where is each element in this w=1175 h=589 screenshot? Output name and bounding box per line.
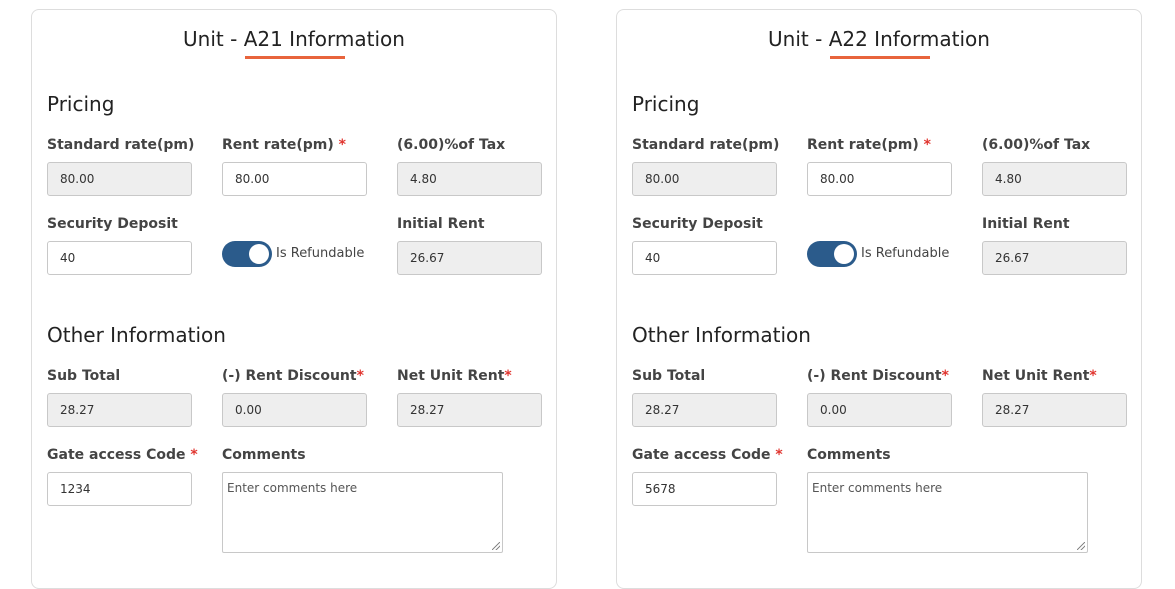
comments-label: Comments (807, 447, 891, 463)
title-underline (830, 56, 930, 59)
toggle-knob (249, 244, 269, 264)
standard-rate-field: 80.00 (632, 162, 777, 196)
rent-rate-input[interactable]: 80.00 (222, 162, 367, 196)
required-mark: * (775, 447, 783, 463)
security-deposit-label: Security Deposit (47, 216, 178, 232)
refundable-label: Is Refundable (861, 246, 950, 261)
pricing-heading: Pricing (632, 92, 700, 116)
net-unit-rent-field: 28.27 (397, 393, 542, 427)
required-mark: * (504, 368, 512, 384)
net-unit-rent-label: Net Unit Rent* (397, 368, 512, 384)
rent-discount-field: 0.00 (222, 393, 367, 427)
net-unit-rent-label: Net Unit Rent* (982, 368, 1097, 384)
tax-field: 4.80 (397, 162, 542, 196)
sub-total-field: 28.27 (47, 393, 192, 427)
required-mark: * (923, 137, 931, 153)
required-mark: * (941, 368, 949, 384)
resize-handle[interactable] (1077, 542, 1085, 550)
unit-title: Unit - A21 Information (183, 27, 405, 51)
required-mark: * (1089, 368, 1097, 384)
security-deposit-label: Security Deposit (632, 216, 763, 232)
initial-rent-label: Initial Rent (982, 216, 1070, 232)
tax-field: 4.80 (982, 162, 1127, 196)
initial-rent-field: 26.67 (397, 241, 542, 275)
standard-rate-label: Standard rate(pm) (632, 137, 780, 153)
security-deposit-input[interactable]: 40 (632, 241, 777, 275)
comments-textarea[interactable]: Enter comments here (807, 472, 1088, 553)
page: Unit - A21 Information Pricing Standard … (0, 0, 1175, 589)
sub-total-label: Sub Total (632, 368, 706, 384)
unit-card-a21: Unit - A21 Information Pricing Standard … (31, 9, 557, 589)
resize-handle[interactable] (492, 542, 500, 550)
security-deposit-input[interactable]: 40 (47, 241, 192, 275)
net-unit-rent-field: 28.27 (982, 393, 1127, 427)
pricing-heading: Pricing (47, 92, 115, 116)
comments-textarea[interactable]: Enter comments here (222, 472, 503, 553)
gate-code-label: Gate access Code * (632, 447, 783, 463)
rent-rate-label: Rent rate(pm) * (222, 137, 346, 153)
required-mark: * (338, 137, 346, 153)
refundable-toggle[interactable] (807, 241, 857, 267)
unit-card-a22: Unit - A22 Information Pricing Standard … (616, 9, 1142, 589)
standard-rate-label: Standard rate(pm) (47, 137, 195, 153)
tax-label: (6.00)%of Tax (397, 137, 506, 153)
gate-code-input[interactable]: 5678 (632, 472, 777, 506)
other-information-heading: Other Information (47, 323, 226, 347)
rent-discount-field: 0.00 (807, 393, 952, 427)
rent-rate-input[interactable]: 80.00 (807, 162, 952, 196)
comments-placeholder: Enter comments here (812, 481, 943, 495)
toggle-knob (834, 244, 854, 264)
tax-label: (6.00)%of Tax (982, 137, 1091, 153)
rent-discount-label: (-) Rent Discount* (807, 368, 949, 384)
rent-discount-label: (-) Rent Discount* (222, 368, 364, 384)
initial-rent-field: 26.67 (982, 241, 1127, 275)
comments-label: Comments (222, 447, 306, 463)
standard-rate-field: 80.00 (47, 162, 192, 196)
title-underline (245, 56, 345, 59)
sub-total-field: 28.27 (632, 393, 777, 427)
initial-rent-label: Initial Rent (397, 216, 485, 232)
rent-rate-label: Rent rate(pm) * (807, 137, 931, 153)
unit-title: Unit - A22 Information (768, 27, 990, 51)
refundable-toggle[interactable] (222, 241, 272, 267)
comments-placeholder: Enter comments here (227, 481, 358, 495)
gate-code-input[interactable]: 1234 (47, 472, 192, 506)
refundable-label: Is Refundable (276, 246, 365, 261)
required-mark: * (190, 447, 198, 463)
required-mark: * (356, 368, 364, 384)
other-information-heading: Other Information (632, 323, 811, 347)
sub-total-label: Sub Total (47, 368, 121, 384)
gate-code-label: Gate access Code * (47, 447, 198, 463)
